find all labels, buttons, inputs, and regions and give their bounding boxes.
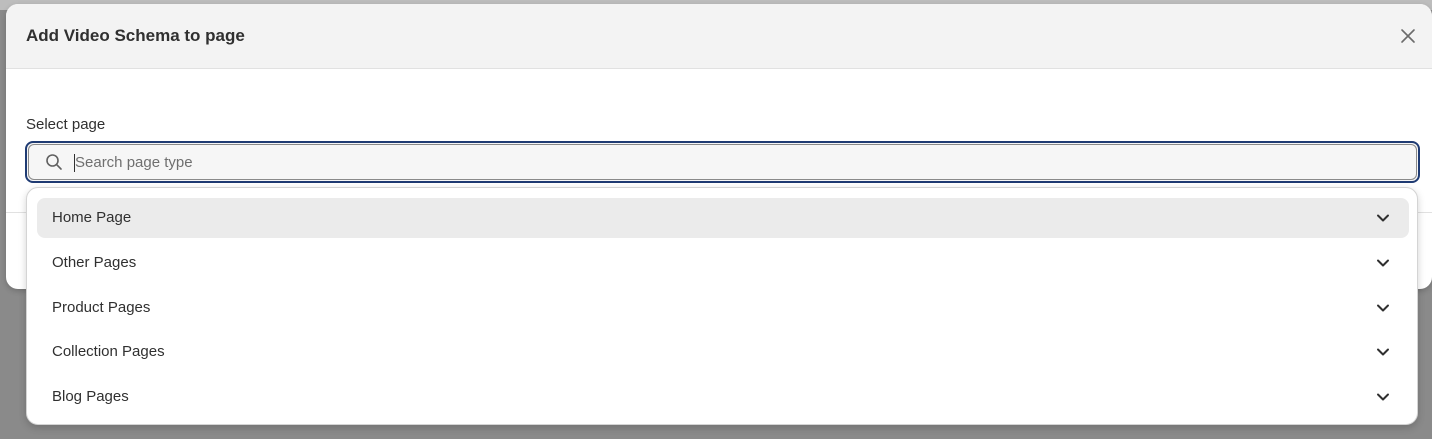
text-cursor xyxy=(74,154,75,172)
option-label: Product Pages xyxy=(52,299,151,316)
option-collection-pages[interactable]: Collection Pages xyxy=(37,332,1409,372)
select-page-label: Select page xyxy=(26,116,106,133)
option-label: Home Page xyxy=(52,209,132,226)
chevron-down-icon xyxy=(1377,304,1389,312)
close-button[interactable] xyxy=(1396,24,1420,48)
page-type-search[interactable] xyxy=(25,141,1420,183)
option-label: Other Pages xyxy=(52,254,137,271)
chevron-down-icon xyxy=(1377,393,1389,401)
page-type-dropdown: Home Page Other Pages Product Pages Coll… xyxy=(26,187,1418,425)
search-input[interactable] xyxy=(75,147,1395,177)
option-label: Collection Pages xyxy=(52,343,165,360)
modal-title: Add Video Schema to page xyxy=(26,26,245,45)
chevron-down-icon xyxy=(1377,214,1389,222)
option-blog-pages[interactable]: Blog Pages xyxy=(37,377,1409,417)
chevron-down-icon xyxy=(1377,259,1389,267)
option-product-pages[interactable]: Product Pages xyxy=(37,288,1409,328)
search-icon xyxy=(46,154,62,170)
option-home-page[interactable]: Home Page xyxy=(37,198,1409,238)
option-other-pages[interactable]: Other Pages xyxy=(37,243,1409,283)
close-icon xyxy=(1401,29,1415,43)
option-label: Blog Pages xyxy=(52,388,129,405)
chevron-down-icon xyxy=(1377,348,1389,356)
modal-header: Add Video Schema to page xyxy=(6,4,1432,69)
